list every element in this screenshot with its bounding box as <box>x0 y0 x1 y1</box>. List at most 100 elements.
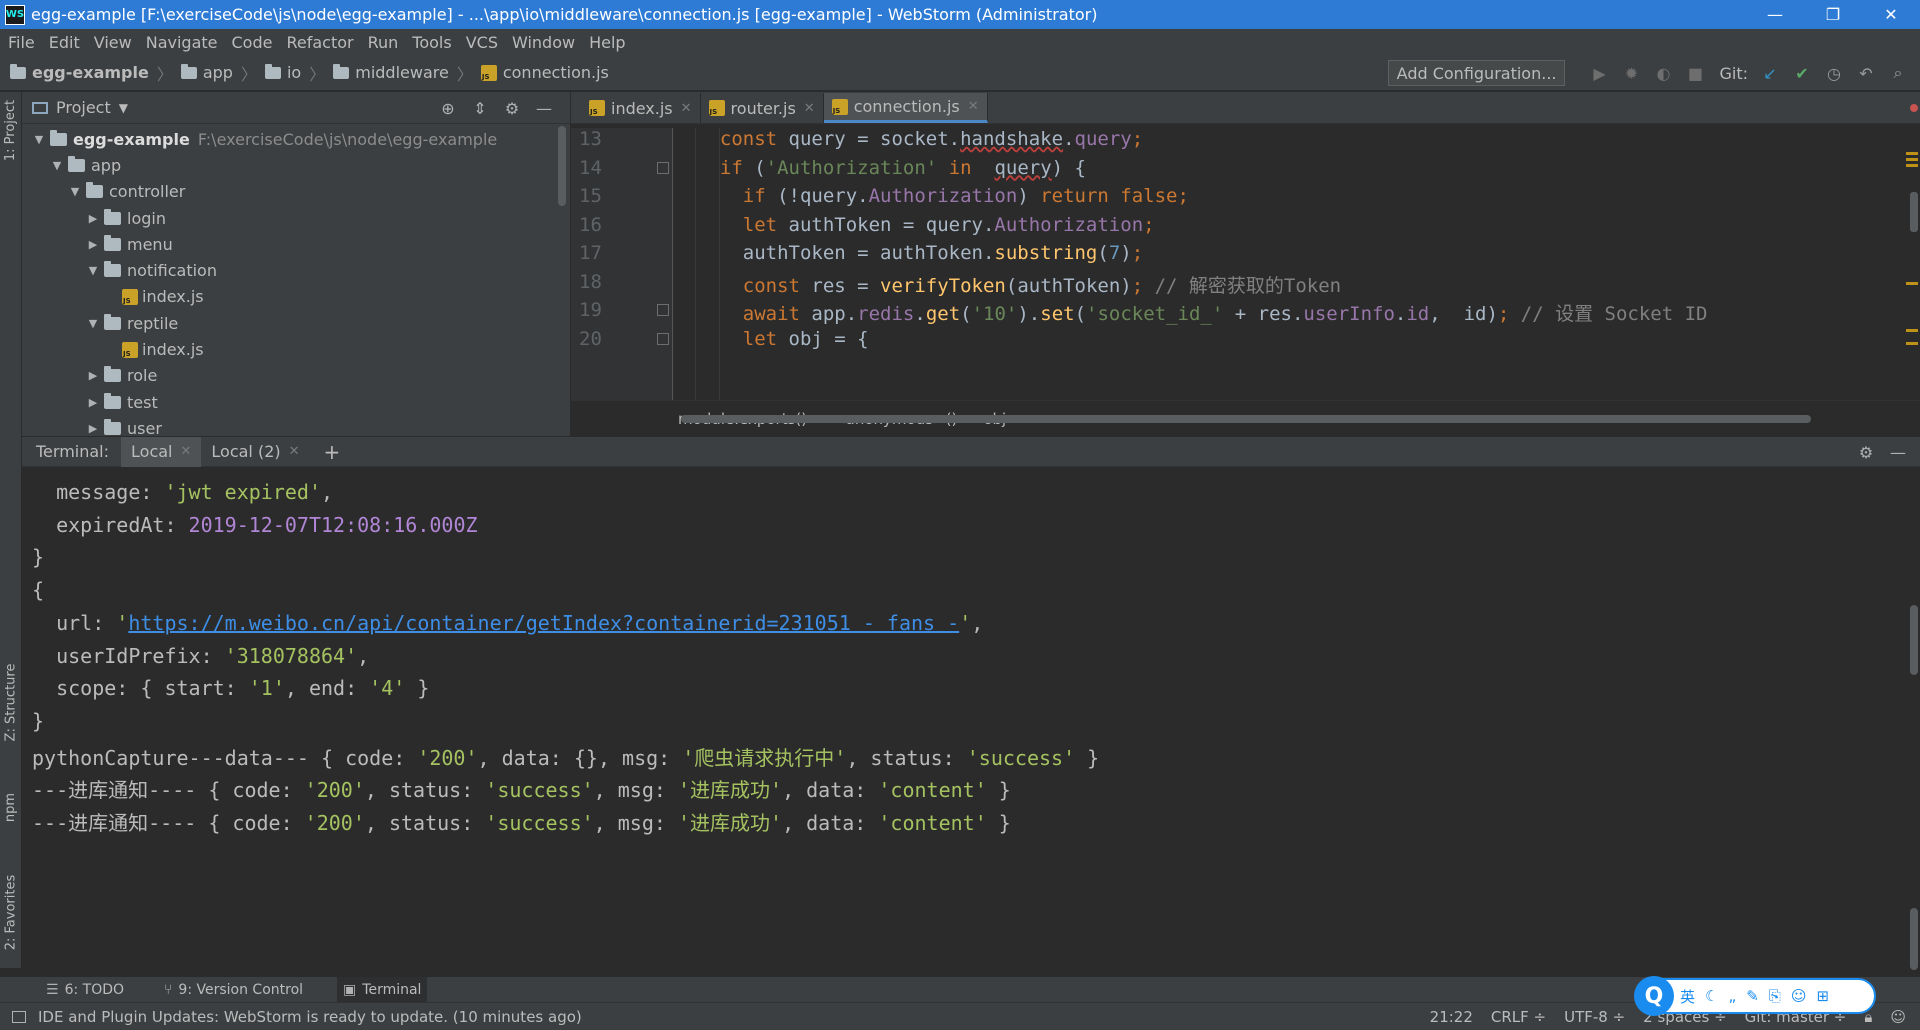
restore-button[interactable]: ❐ <box>1804 0 1862 29</box>
search-icon[interactable]: ⌕ <box>1882 60 1914 86</box>
tree-item[interactable]: ▶ test <box>22 389 570 415</box>
close-tab-icon[interactable]: ✕ <box>804 101 815 116</box>
close-tab-icon[interactable]: ✕ <box>681 101 692 116</box>
editor-vertical-scrollbar[interactable] <box>1910 192 1918 232</box>
breadcrumb-project[interactable]: egg-example 〉 <box>10 61 181 85</box>
terminal-tab-local-2[interactable]: Local (2) ✕ <box>201 437 309 467</box>
emoji-icon[interactable]: ☺ <box>1791 987 1807 1005</box>
favorites-tool-tab[interactable]: 2: Favorites <box>0 862 22 962</box>
debug-icon[interactable]: ✹ <box>1615 60 1647 86</box>
clipboard-icon[interactable]: ⎘ <box>1769 987 1781 1005</box>
warning-marker[interactable] <box>1906 342 1918 345</box>
tree-item[interactable]: ▶ login <box>22 205 570 231</box>
moon-icon[interactable]: ☾ <box>1705 987 1718 1005</box>
terminal-scrollbar[interactable] <box>1910 908 1918 970</box>
close-tab-icon[interactable]: ✕ <box>289 444 300 459</box>
collapsed-arrow-icon[interactable]: ▶ <box>82 396 104 409</box>
run-icon[interactable]: ▶ <box>1583 60 1615 86</box>
locate-file-icon[interactable]: ⊕ <box>432 96 464 120</box>
stop-icon[interactable]: ■ <box>1679 60 1711 86</box>
breadcrumb-file[interactable]: connection.js <box>480 63 609 82</box>
git-update-icon[interactable]: ↙ <box>1754 60 1786 86</box>
coverage-icon[interactable]: ◐ <box>1647 60 1679 86</box>
menu-code[interactable]: Code <box>232 33 273 52</box>
code-line[interactable]: authToken = authToken.substring(7); <box>697 242 1143 264</box>
tab-router-js[interactable]: router.js ✕ <box>701 93 824 123</box>
new-terminal-button[interactable]: + <box>324 440 341 464</box>
menu-run[interactable]: Run <box>368 33 399 52</box>
punctuation-icon[interactable]: „ <box>1728 987 1736 1005</box>
code-line[interactable]: let obj = { <box>697 328 869 350</box>
breadcrumb-app[interactable]: app 〉 <box>180 61 265 85</box>
project-view-selector[interactable]: Project <box>56 98 111 117</box>
menu-help[interactable]: Help <box>589 33 625 52</box>
fold-marker-icon[interactable] <box>657 304 669 316</box>
close-tab-icon[interactable]: ✕ <box>180 444 191 459</box>
version-control-tool-button[interactable]: ⑂ 9: Version Control <box>158 977 309 1003</box>
warning-marker[interactable] <box>1906 152 1918 155</box>
encoding-selector[interactable]: UTF-8 ÷ <box>1564 1008 1625 1026</box>
menu-file[interactable]: File <box>8 33 35 52</box>
tree-item[interactable]: ▼ app <box>22 152 570 178</box>
code-line[interactable]: const res = verifyToken(authToken); // 解… <box>697 271 1341 298</box>
grid-icon[interactable]: ⊞ <box>1816 987 1829 1005</box>
expanded-arrow-icon[interactable]: ▼ <box>46 159 68 172</box>
terminal-scrollbar[interactable] <box>1910 605 1918 675</box>
terminal-link[interactable]: https://m.weibo.cn/api/container/getInde… <box>128 611 959 635</box>
dropdown-arrow-icon[interactable]: ▼ <box>119 101 128 115</box>
expanded-arrow-icon[interactable]: ▼ <box>82 264 104 277</box>
collapsed-arrow-icon[interactable]: ▶ <box>82 238 104 251</box>
gear-icon[interactable]: ⚙ <box>496 96 528 120</box>
menu-vcs[interactable]: VCS <box>466 33 498 52</box>
ime-language-toggle[interactable]: 英 <box>1680 986 1695 1007</box>
terminal-tool-button[interactable]: ▣ Terminal <box>337 976 428 1003</box>
warning-marker[interactable] <box>1906 158 1918 161</box>
event-log-icon[interactable]: ☺ <box>1890 1008 1906 1026</box>
breadcrumb-middleware[interactable]: middleware 〉 <box>333 61 481 85</box>
tools-icon[interactable]: ✎ <box>1746 987 1759 1005</box>
menu-view[interactable]: View <box>94 33 132 52</box>
fold-marker-icon[interactable] <box>657 333 669 345</box>
code-line[interactable]: if (!query.Authorization) return false; <box>697 185 1189 207</box>
tree-item[interactable]: ▼ controller <box>22 179 570 205</box>
menu-navigate[interactable]: Navigate <box>146 33 218 52</box>
todo-tool-button[interactable]: ☰ 6: TODO <box>40 977 130 1003</box>
code-line[interactable]: const query = socket.handshake.query; <box>697 128 1143 150</box>
project-tool-tab[interactable]: 1: Project <box>0 98 22 162</box>
minimize-button[interactable]: — <box>1746 0 1804 29</box>
line-separator-selector[interactable]: CRLF ÷ <box>1491 1008 1546 1026</box>
code-area[interactable]: 13 14 15 16 17 18 19 20 const query = so… <box>571 128 1920 400</box>
tree-item[interactable]: index.js <box>22 336 570 362</box>
breadcrumb-io[interactable]: io 〉 <box>264 61 333 85</box>
gear-icon[interactable]: ⚙ <box>1850 439 1882 465</box>
hide-panel-icon[interactable]: — <box>1882 439 1914 465</box>
hide-panel-icon[interactable]: — <box>528 96 560 120</box>
tab-connection-js[interactable]: connection.js ✕ <box>823 93 988 123</box>
ime-toolbar[interactable]: Q 英 ☾ „ ✎ ⎘ ☺ ⊞ <box>1634 976 1876 1016</box>
tab-index-js[interactable]: index.js ✕ <box>581 93 701 123</box>
terminal-output[interactable]: message: 'jwt expired', expiredAt: 2019-… <box>22 468 1920 976</box>
collapse-all-icon[interactable]: ⇕ <box>464 96 496 120</box>
caret-position[interactable]: 21:22 <box>1430 1008 1473 1026</box>
collapsed-arrow-icon[interactable]: ▶ <box>82 422 104 435</box>
tree-item[interactable]: ▼ egg-example F:\exerciseCode\js\node\egg-… <box>22 126 570 152</box>
tree-item[interactable]: ▶ role <box>22 363 570 389</box>
error-indicator-icon[interactable] <box>1910 104 1918 112</box>
git-commit-icon[interactable]: ✔ <box>1786 60 1818 86</box>
collapsed-arrow-icon[interactable]: ▶ <box>82 212 104 225</box>
menu-refactor[interactable]: Refactor <box>286 33 353 52</box>
menu-window[interactable]: Window <box>512 33 575 52</box>
tree-item[interactable]: ▶ menu <box>22 231 570 257</box>
editor-horizontal-scrollbar[interactable] <box>681 415 1811 423</box>
status-toggle-icon[interactable] <box>12 1010 26 1023</box>
warning-marker[interactable] <box>1906 282 1918 285</box>
code-line[interactable]: let authToken = query.Authorization; <box>697 214 1155 236</box>
structure-tool-tab[interactable]: Z: Structure <box>0 652 22 752</box>
warning-marker[interactable] <box>1906 329 1918 332</box>
terminal-tab-local[interactable]: Local ✕ <box>121 436 202 467</box>
warning-marker[interactable] <box>1906 164 1918 167</box>
code-line[interactable]: await app.redis.get('10').set('socket_id… <box>697 299 1708 326</box>
fold-marker-icon[interactable] <box>657 162 669 174</box>
npm-tool-tab[interactable]: npm <box>0 782 22 832</box>
code-line[interactable]: if ('Authorization' in query) { <box>697 157 1086 179</box>
